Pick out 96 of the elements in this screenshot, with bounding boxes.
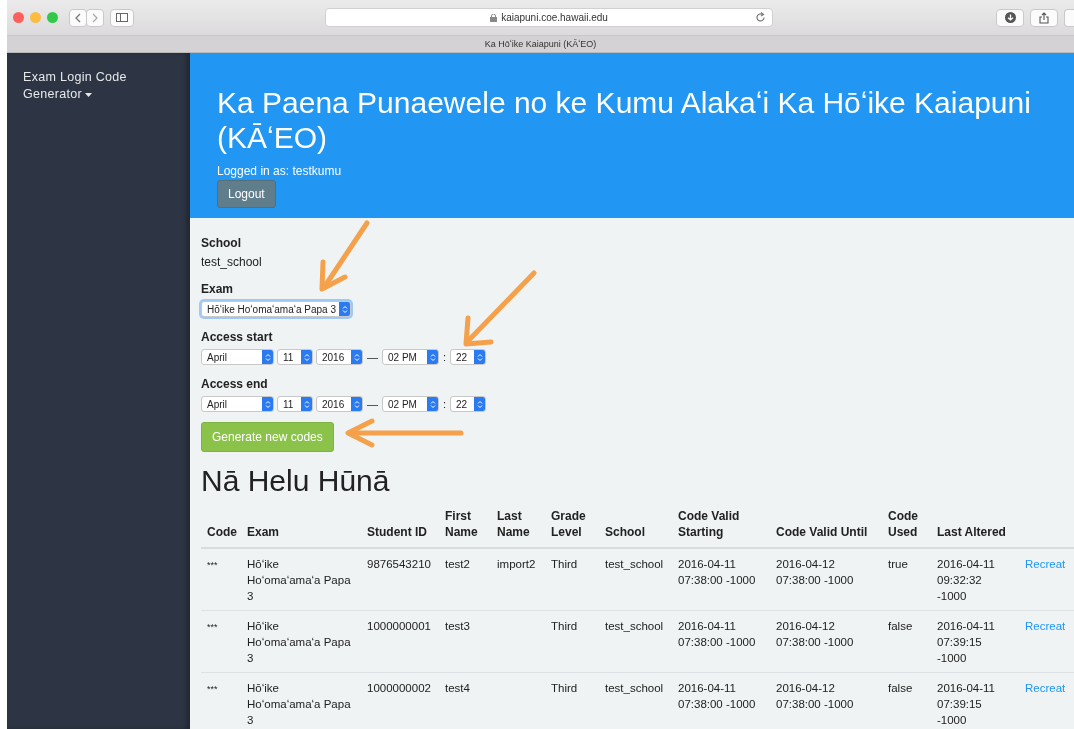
stepper-icon	[429, 399, 436, 409]
forward-button[interactable]	[86, 8, 104, 27]
dash-separator: —	[367, 403, 378, 405]
stepper-icon	[353, 399, 360, 409]
select-field[interactable]: 02 PM	[382, 349, 439, 365]
column-header: Last Altered	[931, 508, 1019, 548]
table-cell: 2016-04-12 07:38:00 -1000	[776, 620, 854, 648]
stepper-icon	[303, 352, 310, 362]
stepper-icon	[303, 399, 310, 409]
back-button[interactable]	[69, 8, 87, 27]
table-cell: 2016-04-11 07:38:00 -1000	[678, 620, 756, 648]
zoom-button[interactable]	[47, 12, 58, 23]
table-cell: test_school	[605, 682, 664, 694]
colon-separator: :	[443, 351, 447, 363]
select-field[interactable]: 11	[277, 396, 313, 412]
table-cell: test_school	[605, 558, 664, 570]
toolbar-button[interactable]	[1064, 8, 1074, 27]
table-cell: 2016-04-12 07:38:00 -1000	[776, 682, 854, 710]
exam-select[interactable]: Hōʻike Hoʻomaʻamaʻa Papa 3	[201, 301, 351, 317]
stepper-icon	[476, 399, 483, 409]
table-cell: 2016-04-12 07:38:00 -1000	[776, 558, 854, 586]
stepper-icon	[476, 352, 483, 362]
column-header: Last Name	[491, 508, 545, 548]
colon-separator: :	[443, 398, 447, 410]
table-cell: 1000000002	[367, 682, 431, 694]
select-field[interactable]: April	[201, 349, 274, 365]
table-cell: test_school	[605, 620, 664, 632]
table-cell: Hōʻike Hoʻomaʻamaʻa Papa 3	[247, 620, 351, 664]
table-cell: Third	[551, 558, 578, 570]
table-cell: 2016-04-11 07:39:15 -1000	[937, 620, 995, 664]
table-cell: false	[888, 620, 913, 632]
select-field[interactable]: 2016	[316, 349, 363, 365]
download-icon	[1004, 12, 1016, 23]
close-button[interactable]	[13, 12, 24, 23]
select-field[interactable]: 22	[450, 396, 487, 412]
stepper-icon	[341, 304, 348, 314]
table-cell: ***	[207, 684, 218, 694]
download-button[interactable]	[996, 8, 1024, 27]
sidebar-icon	[116, 13, 128, 22]
table-cell: false	[888, 682, 913, 694]
page-title: Ka Paena Punaewele no ke Kumu Alakaʻi Ka Hōʻike Kaiapuni (KĀʻEO)	[217, 85, 1032, 155]
share-button[interactable]	[1030, 8, 1058, 27]
column-header: First Name	[439, 508, 491, 548]
select-field[interactable]: 02 PM	[382, 396, 439, 412]
stepper-icon	[264, 399, 271, 409]
tab-title[interactable]: Ka Hōʻike Kaiapuni (KĀʻEO)	[484, 39, 597, 49]
column-header: Exam	[241, 508, 361, 548]
stepper-icon	[264, 352, 271, 362]
table-cell: import2	[497, 558, 536, 570]
table-cell: test3	[445, 620, 470, 632]
lock-icon	[490, 13, 498, 22]
table-cell: ***	[207, 560, 218, 570]
caret-icon	[85, 92, 92, 97]
annotation-arrow	[319, 220, 370, 292]
login-status: Logged in as: testkumu	[217, 164, 343, 178]
table-cell: 2016-04-11 07:38:00 -1000	[678, 558, 756, 586]
table-cell: ***	[207, 622, 218, 632]
minimize-button[interactable]	[30, 12, 41, 23]
field-label: Access end	[201, 377, 269, 391]
column-header: Code Used	[882, 508, 931, 548]
table-cell: 2016-04-11 09:32:32 -1000	[937, 558, 995, 602]
table-cell: 2016-04-11 07:38:00 -1000	[678, 682, 756, 710]
stepper-icon	[429, 352, 436, 362]
table-cell: Hōʻike Hoʻomaʻamaʻa Papa 3	[247, 558, 351, 602]
stepper-icon	[353, 352, 360, 362]
table-cell: Third	[551, 682, 578, 694]
dash-separator: —	[367, 356, 378, 358]
table-cell: Third	[551, 620, 578, 632]
field-label: Exam	[201, 282, 235, 296]
column-header: Code Valid Starting	[672, 508, 770, 548]
table-cell: 9876543210	[367, 558, 431, 570]
table-cell: Hōʻike Hoʻomaʻamaʻa Papa 3	[247, 682, 351, 726]
select-field[interactable]: April	[201, 396, 274, 412]
table-cell: test4	[445, 682, 470, 694]
column-header: Code Valid Until	[770, 508, 882, 548]
table-cell: true	[888, 558, 908, 570]
column-header: Student ID	[361, 508, 439, 548]
section-title: Nā Helu Hūnā	[201, 464, 391, 498]
column-header: Code	[201, 508, 241, 548]
sidebar-button[interactable]	[110, 8, 134, 27]
url-field[interactable]: kaiapuni.coe.hawaii.edu	[325, 8, 773, 27]
share-icon	[1039, 11, 1049, 24]
select-field[interactable]: 22	[450, 349, 487, 365]
column-header: School	[599, 508, 672, 548]
table-cell: 1000000001	[367, 620, 431, 632]
logout-button[interactable]: Logout	[217, 180, 276, 208]
field-label: Access start	[201, 330, 274, 344]
field-label: School	[201, 236, 242, 250]
table-cell: 2016-04-11 07:39:15 -1000	[937, 682, 995, 726]
school-value: test_school	[201, 255, 263, 269]
select-field[interactable]: 11	[277, 349, 313, 365]
select-field[interactable]: 2016	[316, 396, 363, 412]
reload-icon[interactable]	[755, 12, 766, 23]
table-cell: test2	[445, 558, 470, 570]
menu-link[interactable]: Exam Login Code Generator	[23, 69, 143, 103]
column-header: Grade Level	[545, 508, 599, 548]
